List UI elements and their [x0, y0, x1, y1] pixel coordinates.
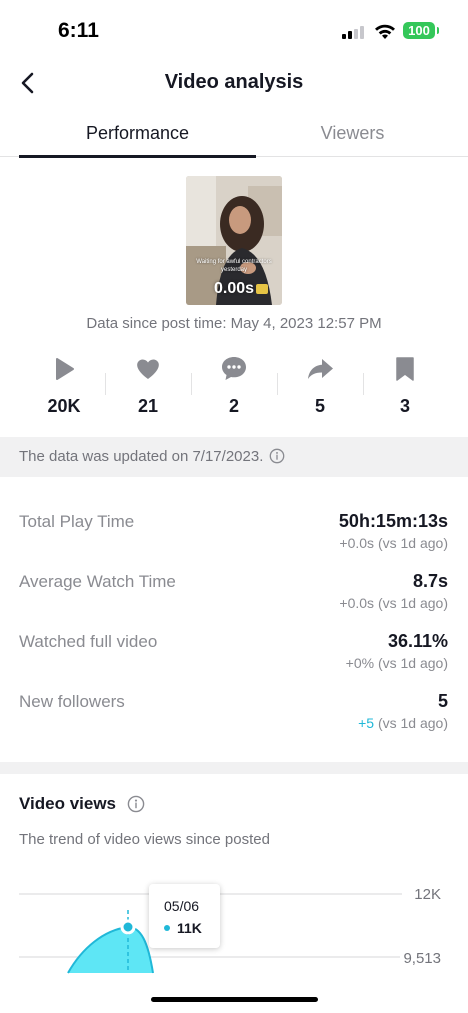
bookmark-icon [396, 357, 414, 381]
legend-dot [164, 925, 170, 931]
y-tick-label: 12K [414, 886, 441, 903]
section-divider [0, 762, 468, 774]
metric-change-delta: +0% [345, 655, 375, 671]
stat-shares: 5 [277, 352, 363, 417]
page-title: Video analysis [164, 71, 304, 93]
wifi-icon [375, 24, 395, 39]
metric-label: New followers [19, 692, 125, 711]
heart-icon [137, 359, 159, 379]
metric-change: +0.0s (vs 1d ago) [339, 535, 448, 551]
metric-label: Total Play Time [19, 512, 135, 531]
y-tick-label: 9,513 [403, 950, 441, 967]
metric-value: 5 [437, 691, 448, 711]
metric-change-delta: +0.0s [339, 595, 375, 611]
battery-icon: 100 [403, 22, 439, 39]
video-views-title: Video views [19, 794, 117, 813]
metric-change: +5 (vs 1d ago) [358, 715, 448, 731]
metric-change: +0.0s (vs 1d ago) [339, 595, 448, 611]
video-duration: 0.00s [213, 280, 255, 297]
tooltip-value: 11K [177, 920, 202, 936]
stat-views: 20K [21, 352, 107, 417]
home-indicator[interactable] [151, 997, 318, 1002]
metric-label: Average Watch Time [19, 572, 176, 591]
video-views-chart[interactable]: 12K 9,513 [0, 870, 468, 1013]
stat-likes: 21 [105, 352, 191, 417]
stat-shares-value: 5 [314, 396, 325, 416]
metric-change-delta: +5 [358, 715, 375, 731]
stat-comments: 2 [191, 352, 277, 417]
metric-change-suffix: (vs 1d ago) [374, 715, 448, 731]
update-banner: The data was updated on 7/17/2023. [0, 437, 468, 477]
stat-saves: 3 [362, 352, 448, 417]
hover-point [120, 919, 136, 935]
metric-value: 50h:15m:13s [338, 511, 448, 531]
data-since-text: Data since post time: May 4, 2023 12:57 … [86, 315, 382, 332]
info-icon[interactable] [269, 448, 285, 464]
metric-new-followers: New followers 5 +5 (vs 1d ago) [19, 689, 448, 745]
metric-label: Watched full video [19, 632, 158, 651]
metric-change-suffix: (vs 1d ago) [374, 655, 448, 671]
metric-average-watch-time: Average Watch Time 8.7s +0.0s (vs 1d ago… [19, 569, 448, 625]
update-text: The data was updated on 7/17/2023. [19, 448, 285, 465]
tab-viewers[interactable]: Viewers [256, 112, 449, 157]
update-text-label: The data was updated on 7/17/2023. [19, 448, 264, 465]
stat-saves-value: 3 [399, 396, 410, 416]
stat-views-value: 20K [47, 396, 81, 416]
tooltip-date: 05/06 [164, 898, 200, 914]
metric-change-delta: +0.0s [339, 535, 375, 551]
video-views-subtitle: The trend of video views since posted [19, 831, 270, 848]
metric-value: 8.7s [412, 571, 448, 591]
metric-change-suffix: (vs 1d ago) [374, 535, 448, 551]
chart-tooltip: 05/06 11K [149, 884, 220, 948]
tab-performance[interactable]: Performance [19, 112, 256, 158]
video-thumbnail[interactable]: Waiting for awful contractors yesterday … [186, 176, 282, 305]
metric-change-suffix: (vs 1d ago) [374, 595, 448, 611]
info-icon[interactable] [127, 795, 145, 813]
metric-value: 36.11% [387, 631, 448, 651]
video-caption: Waiting for awful contractors yesterday [196, 259, 272, 273]
share-icon [308, 359, 333, 379]
stat-likes-value: 21 [137, 396, 159, 416]
play-icon [56, 358, 74, 380]
stat-comments-value: 2 [228, 396, 239, 416]
tab-bar: Performance Viewers [0, 112, 468, 158]
cellular-signal-icon [342, 26, 366, 39]
status-bar: 6:11 100 [0, 0, 468, 60]
status-time: 6:11 [58, 19, 99, 42]
metric-total-play-time: Total Play Time 50h:15m:13s +0.0s (vs 1d… [19, 509, 448, 565]
comment-icon [222, 357, 246, 380]
metric-change: +0% (vs 1d ago) [346, 655, 448, 671]
metric-watched-full-video: Watched full video 36.11% +0% (vs 1d ago… [19, 629, 448, 685]
